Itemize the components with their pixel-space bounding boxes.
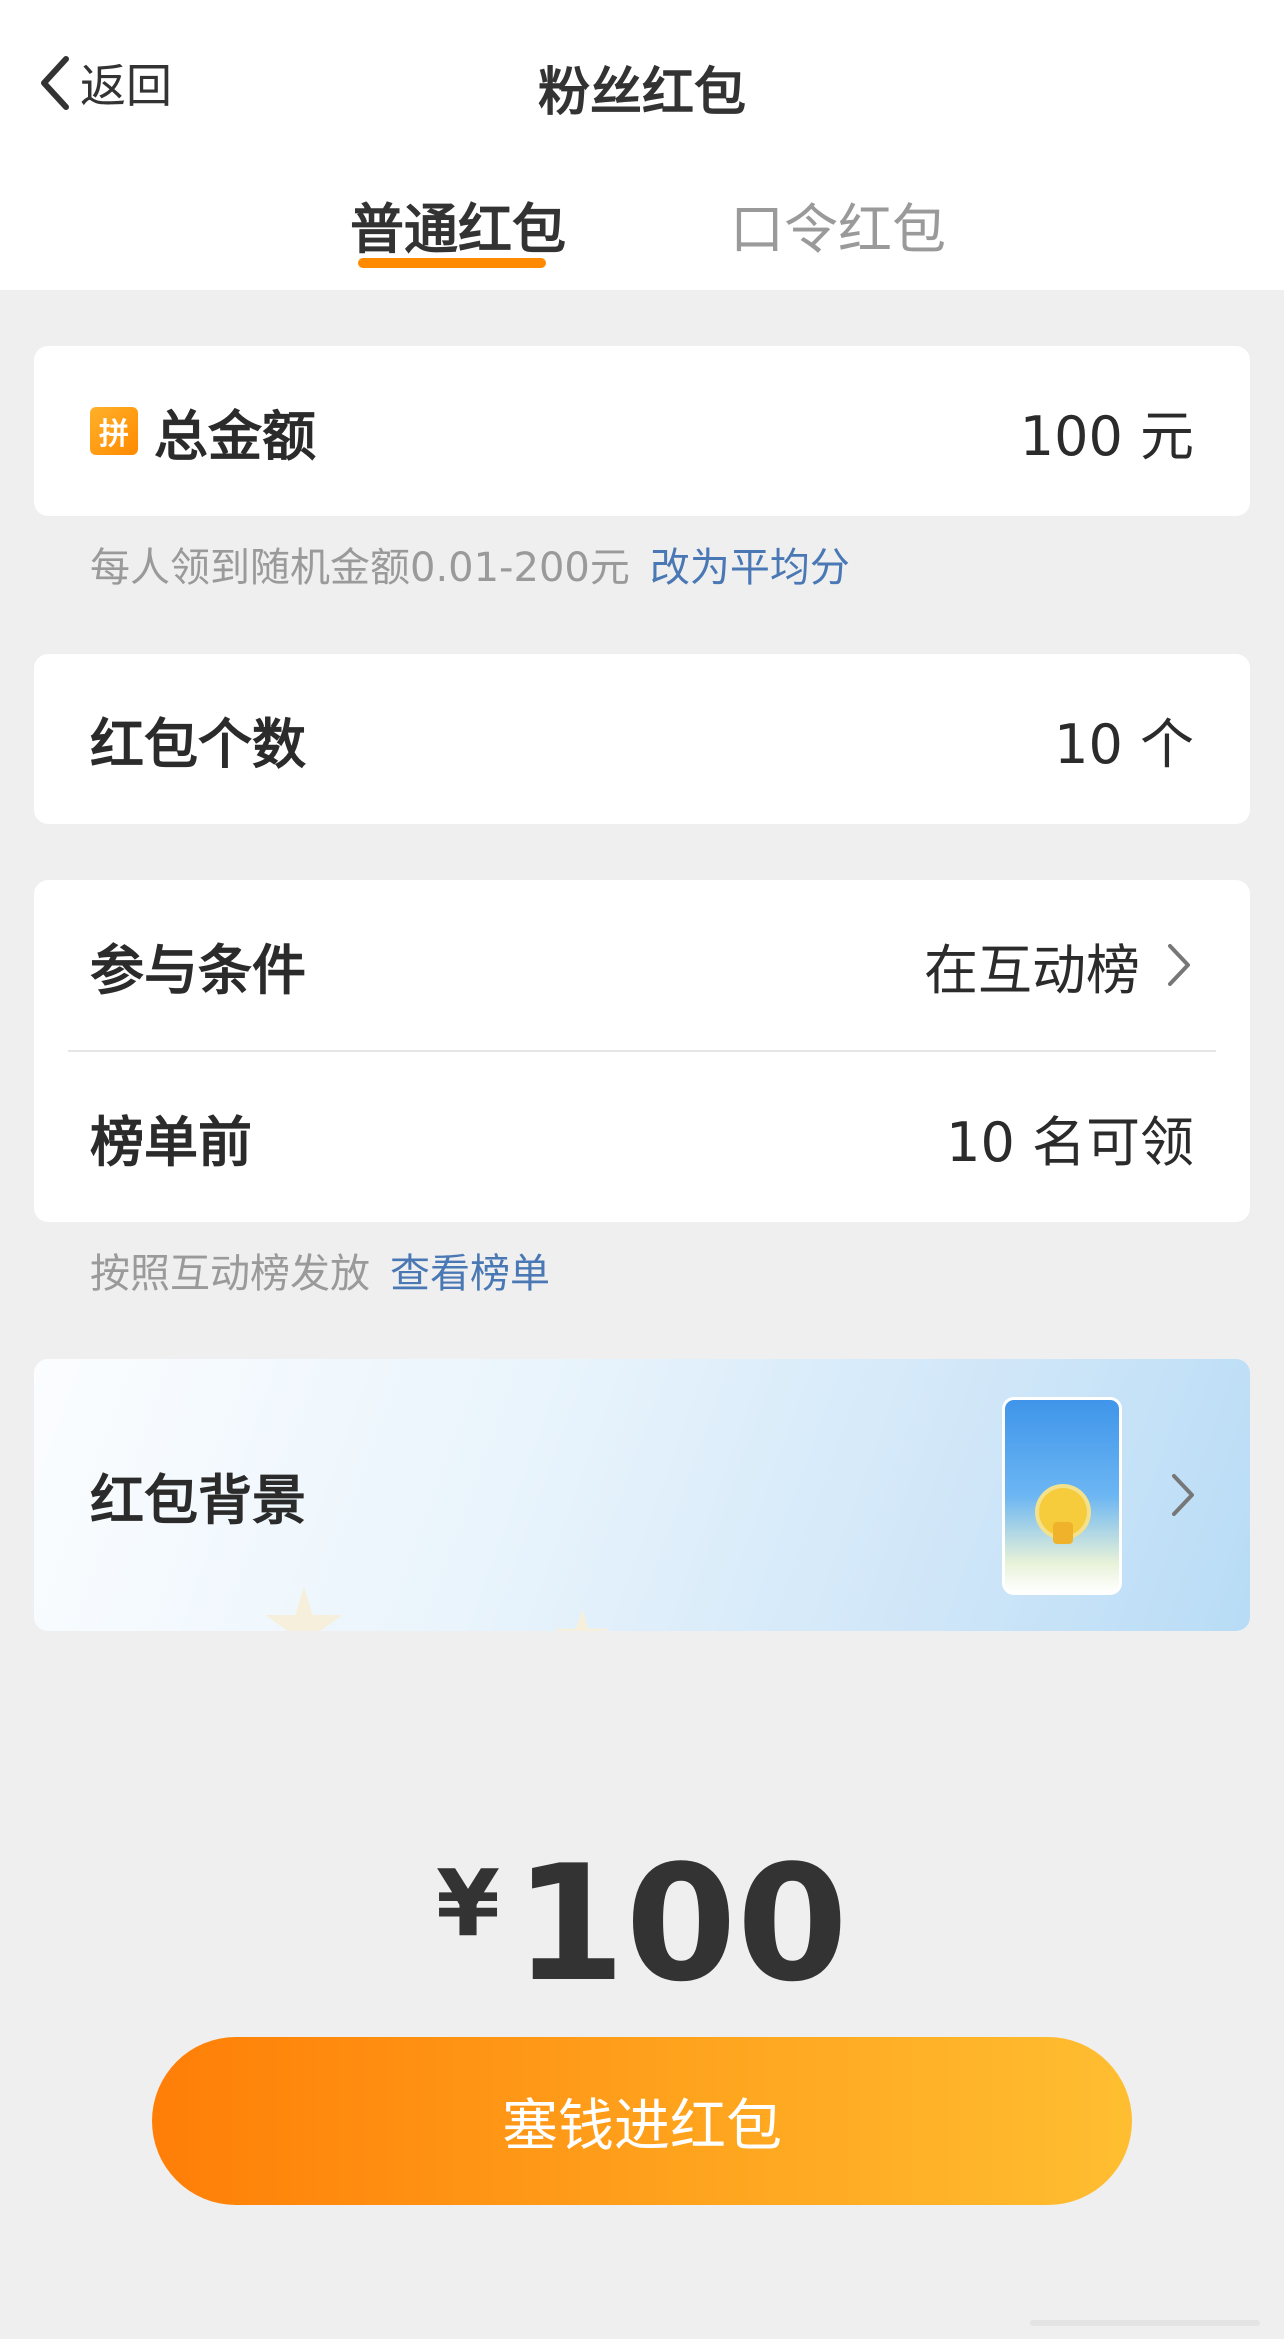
total-amount-value[interactable]: 100 元 — [1020, 392, 1194, 471]
tab-normal-redpacket[interactable]: 普通红包 — [350, 185, 566, 264]
condition-hint: 按照互动榜发放 查看榜单 — [90, 1241, 550, 1299]
price-amount: 100 — [514, 1830, 848, 2017]
background-label: 红包背景 — [90, 1468, 306, 1532]
star-decoration — [265, 1587, 343, 1631]
view-ranking-link[interactable]: 查看榜单 — [390, 1251, 550, 1297]
chevron-right-icon — [1168, 944, 1190, 986]
home-indicator — [1030, 2320, 1260, 2326]
condition-label: 参与条件 — [90, 938, 306, 1002]
condition-row[interactable]: 参与条件 在互动榜 — [34, 880, 1250, 1050]
count-card: 红包个数 10 个 — [34, 654, 1250, 824]
star-decoration — [555, 1609, 609, 1631]
condition-value: 在互动榜 — [924, 938, 1140, 1002]
condition-card: 参与条件 在互动榜 榜单前 10 名可领 — [34, 880, 1250, 1222]
tab-password-redpacket[interactable]: 口令红包 — [730, 185, 946, 264]
page-title: 粉丝红包 — [537, 63, 746, 123]
total-amount-row[interactable]: 拼 总金额 100 元 — [34, 346, 1250, 516]
active-tab-indicator — [358, 258, 546, 268]
count-value[interactable]: 10 个 — [1054, 700, 1194, 779]
rank-label: 榜单前 — [90, 1110, 252, 1174]
currency-symbol: ¥ — [436, 1850, 501, 1957]
total-price: ¥100 — [0, 1830, 1284, 2017]
top-bar: 返回 粉丝红包 普通红包 口令红包 — [0, 0, 1284, 290]
ranking-hint-text: 按照互动榜发放 — [90, 1251, 370, 1297]
count-row[interactable]: 红包个数 10 个 — [34, 654, 1250, 824]
switch-to-average-link[interactable]: 改为平均分 — [650, 545, 850, 591]
put-money-button[interactable]: 塞钱进红包 — [152, 2037, 1132, 2205]
total-amount-label: 总金额 — [154, 404, 316, 468]
total-amount-hint: 每人领到随机金额0.01-200元 改为平均分 — [90, 535, 850, 593]
mascot-thumbnail[interactable] — [1002, 1397, 1122, 1595]
rank-value[interactable]: 10 名可领 — [946, 1098, 1194, 1177]
rank-row[interactable]: 榜单前 10 名可领 — [34, 1052, 1250, 1222]
random-amount-hint-text: 每人领到随机金额0.01-200元 — [90, 545, 630, 591]
mascot-image — [1039, 1488, 1087, 1544]
count-label: 红包个数 — [90, 712, 306, 776]
chevron-right-icon — [1172, 1474, 1194, 1516]
pin-badge-icon: 拼 — [90, 407, 138, 455]
redpacket-background-row[interactable]: 红包背景 — [34, 1359, 1250, 1631]
total-amount-card: 拼 总金额 100 元 — [34, 346, 1250, 516]
